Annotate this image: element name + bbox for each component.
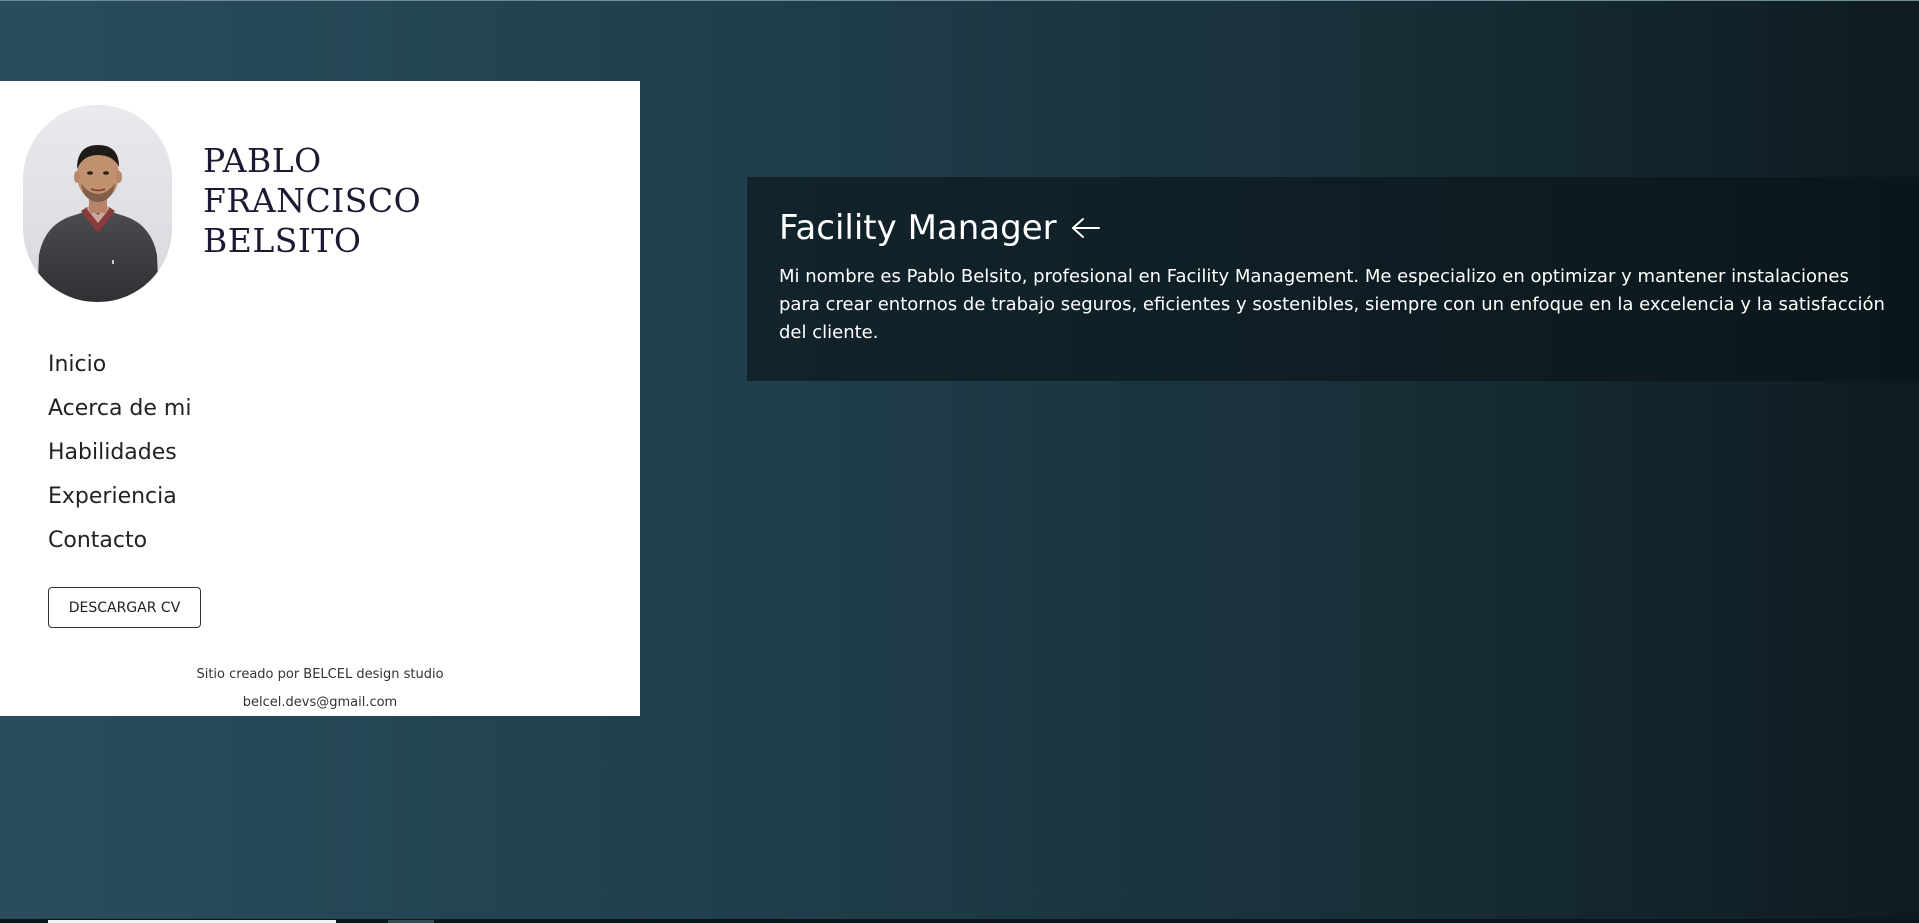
nav-item-inicio[interactable]: Inicio xyxy=(48,343,191,387)
profile-name-line: BELSITO xyxy=(203,221,362,260)
hero-description: Mi nombre es Pablo Belsito, profesional … xyxy=(779,266,1885,343)
contact-email: belcel.devs@gmail.com xyxy=(242,695,398,710)
download-cv-button[interactable]: DESCARGAR CV xyxy=(48,587,201,628)
nav-item-contacto[interactable]: Contacto xyxy=(48,519,191,563)
profile-name-line: PABLO xyxy=(203,141,322,180)
hero-title: Facility Manager xyxy=(779,205,1101,251)
site-credits: Sitio creado por BELCEL design studio be… xyxy=(0,661,640,717)
profile-name: PABLO FRANCISCO BELSITO xyxy=(203,141,421,261)
nav-item-experiencia[interactable]: Experiencia xyxy=(48,475,191,519)
nav-item-habilidades[interactable]: Habilidades xyxy=(48,431,191,475)
profile-name-line: FRANCISCO xyxy=(203,181,422,220)
sidebar-card: PABLO FRANCISCO BELSITO Inicio Acerca de… xyxy=(0,81,640,716)
hero-title-text: Facility Manager xyxy=(779,208,1057,248)
credit-text: Sitio creado por BELCEL design studio xyxy=(196,667,444,682)
arrow-left-icon[interactable] xyxy=(1071,205,1101,251)
hero-panel: Facility Manager Mi nombre es Pablo Bels… xyxy=(747,177,1919,381)
portrait-photo-icon xyxy=(23,105,172,302)
main-nav: Inicio Acerca de mi Habilidades Experien… xyxy=(48,343,191,563)
nav-item-acerca-de-mi[interactable]: Acerca de mi xyxy=(48,387,191,431)
avatar xyxy=(23,105,172,302)
top-edge-line xyxy=(0,0,1919,1)
bottom-edge-bar xyxy=(0,919,1919,923)
